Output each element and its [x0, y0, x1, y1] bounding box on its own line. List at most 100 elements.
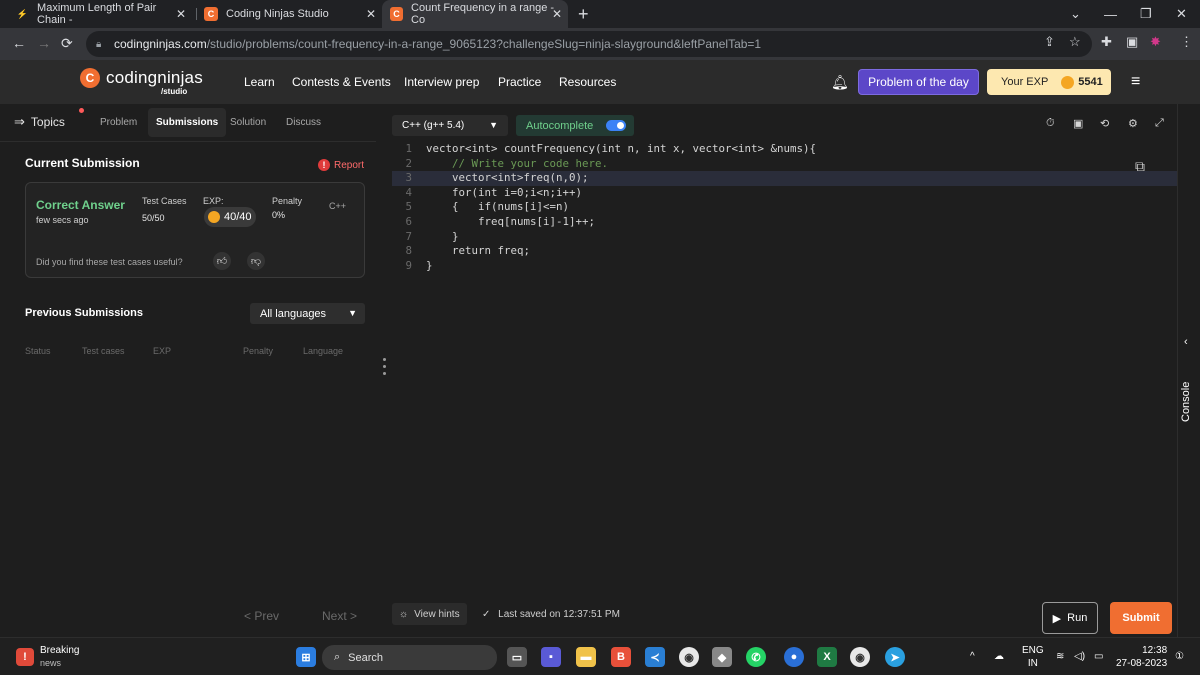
timer-icon[interactable]: ⏱︎ — [1046, 117, 1055, 130]
nav-interview-prep[interactable]: Interview prep — [404, 75, 479, 89]
chevron-left-icon[interactable]: ‹ — [1184, 336, 1188, 348]
console-side-panel[interactable]: ‹ Console — [1177, 104, 1200, 637]
window-close-icon[interactable]: ✕ — [1176, 0, 1187, 28]
coin-icon — [1061, 75, 1075, 89]
submit-button[interactable]: Submit — [1110, 602, 1172, 634]
toggle-switch[interactable] — [606, 120, 626, 131]
view-hints-button[interactable]: ☼ View hints — [392, 603, 467, 625]
share-icon[interactable]: ⇪ — [1044, 34, 1055, 50]
app-icon[interactable]: ● — [784, 647, 804, 667]
weather-cloud-icon[interactable]: ☁ — [994, 650, 1004, 663]
excel-icon[interactable]: X — [817, 647, 837, 667]
url-path: /studio/problems/count-frequency-in-a-ra… — [206, 37, 762, 51]
copy-icon[interactable]: ⧉ — [1135, 158, 1145, 175]
chrome-icon[interactable]: ◉ — [679, 647, 699, 667]
nav-learn[interactable]: Learn — [244, 75, 275, 89]
prev-page-button[interactable]: < Prev — [244, 609, 279, 623]
nav-resources[interactable]: Resources — [559, 75, 616, 89]
volume-icon[interactable]: ◁) — [1074, 650, 1085, 663]
left-panel: ⇒ Topics Problem Submissions Solution Di… — [0, 104, 376, 637]
tray-chevron-icon[interactable]: ^ — [970, 650, 975, 663]
brave-browser-icon[interactable]: B — [611, 647, 631, 667]
notification-center-icon[interactable]: ① — [1175, 650, 1184, 663]
reset-icon[interactable]: ⟲ — [1100, 117, 1109, 130]
reload-icon[interactable]: ⟳ — [61, 35, 73, 52]
wifi-icon[interactable]: ≋ — [1056, 650, 1064, 663]
windows-start-icon[interactable]: ⊞ — [296, 647, 316, 667]
input-language[interactable]: ENG IN — [1022, 644, 1044, 670]
your-exp-badge[interactable]: Your EXP 5541 — [987, 69, 1111, 95]
thumbs-up-icon[interactable]: 👍︎ — [213, 252, 231, 270]
task-view-icon[interactable]: ▭ — [507, 647, 527, 667]
tab-problem[interactable]: Problem — [100, 117, 137, 128]
autocomplete-toggle[interactable]: Autocomplete — [516, 115, 634, 136]
fullscreen-icon[interactable]: ⤢ — [1155, 117, 1164, 130]
tab-search-chevron-icon[interactable]: ⌄ — [1070, 0, 1081, 28]
browser-tab-strip: ⚡ Maximum Length of Pair Chain - ✕ C Cod… — [0, 0, 1200, 28]
vscode-icon[interactable]: ≺ — [645, 647, 665, 667]
profile-avatar-icon[interactable]: ✸ — [1150, 34, 1161, 50]
chevron-down-icon: ▼ — [348, 308, 357, 318]
browser-tab[interactable]: ⚡ Maximum Length of Pair Chain - ✕ — [8, 0, 192, 28]
restore-icon[interactable]: ❐ — [1140, 0, 1152, 28]
new-tab-icon[interactable]: + — [578, 4, 589, 25]
nav-contests-events[interactable]: Contests & Events — [292, 75, 391, 89]
code-editor[interactable]: 1 vector<int> countFrequency(int n, int x… — [392, 142, 1177, 273]
virtualbox-icon[interactable]: ◆ — [712, 647, 732, 667]
close-icon[interactable]: ✕ — [366, 7, 376, 21]
exp-earned-badge: 40/40 — [204, 207, 256, 227]
chrome-active-icon[interactable]: ◉ — [850, 647, 870, 667]
editor-language-select[interactable]: C++ (g++ 5.4) ▼ — [392, 115, 508, 136]
bookmark-star-icon[interactable]: ☆ — [1069, 34, 1081, 50]
submission-language: C++ — [329, 201, 347, 211]
menu-icon[interactable]: ≡ — [1131, 73, 1140, 91]
settings-gear-icon[interactable]: ⚙︎ — [1128, 117, 1138, 130]
save-icon[interactable]: ▣ — [1073, 117, 1083, 130]
file-explorer-icon[interactable]: ▬ — [576, 647, 596, 667]
forward-arrow-icon[interactable]: → — [37, 35, 51, 51]
last-saved-text: Last saved on 12:37:51 PM — [498, 609, 620, 620]
next-page-button[interactable]: Next > — [322, 609, 357, 623]
tab-submissions[interactable]: Submissions — [148, 108, 227, 137]
taskbar-search-input[interactable]: ⌕ Search — [322, 645, 497, 670]
console-label[interactable]: Console — [1180, 362, 1200, 422]
battery-icon[interactable]: ▭ — [1094, 650, 1103, 663]
side-panel-icon[interactable]: ▣ — [1126, 34, 1138, 50]
current-submission-title: Current Submission — [25, 156, 140, 170]
browser-menu-icon[interactable]: ⋮ — [1180, 34, 1193, 50]
report-button[interactable]: ! Report — [318, 159, 364, 171]
clock[interactable]: 12:38 27-08-2023 — [1116, 644, 1167, 670]
nav-practice[interactable]: Practice — [498, 75, 541, 89]
minimize-icon[interactable]: — — [1104, 0, 1117, 28]
back-arrow-icon[interactable]: ← — [12, 35, 26, 51]
news-widget[interactable]: Breaking news — [40, 644, 79, 670]
code-text: { if(nums[i]<=n) — [426, 200, 570, 214]
autocomplete-label: Autocomplete — [526, 119, 594, 132]
extensions-icon[interactable]: ✚ — [1101, 34, 1112, 50]
code-line: 8 return freq; — [405, 244, 531, 258]
whatsapp-icon[interactable]: ✆ — [746, 647, 766, 667]
url-input[interactable]: 🔒︎ codingninjas.com/studio/problems/coun… — [86, 31, 1092, 57]
coding-ninjas-logo[interactable]: C codingninjas — [80, 68, 203, 88]
language-top: ENG — [1022, 645, 1044, 656]
tab-solution[interactable]: Solution — [230, 117, 266, 128]
browser-tab[interactable]: C Coding Ninjas Studio ✕ — [196, 0, 382, 28]
panel-resize-handle[interactable] — [383, 358, 387, 379]
tab-discuss[interactable]: Discuss — [286, 117, 321, 128]
topics-button[interactable]: ⇒ Topics — [14, 114, 65, 130]
thumbs-down-icon[interactable]: 👎︎ — [247, 252, 265, 270]
code-line: 5 { if(nums[i]<=n) — [405, 200, 570, 214]
submission-status: Correct Answer — [36, 198, 125, 212]
close-icon[interactable]: ✕ — [176, 7, 186, 21]
penalty-value: 0% — [272, 210, 286, 220]
screen: { "browser": { "tabs": [ {"title": "Maxi… — [0, 0, 1200, 675]
run-button[interactable]: ▶ Run — [1042, 602, 1098, 634]
news-widget-icon[interactable]: ! — [16, 648, 34, 666]
problem-of-the-day-button[interactable]: Problem of the day — [858, 69, 979, 95]
chat-app-icon[interactable]: ▪ — [541, 647, 561, 667]
browser-tab-active[interactable]: C Count Frequency in a range - Co ✕ — [382, 0, 568, 28]
notification-bell-icon[interactable]: 🔔︎ — [831, 74, 849, 91]
language-filter-select[interactable]: All languages ▼ — [250, 303, 365, 324]
close-icon[interactable]: ✕ — [552, 7, 562, 21]
telegram-icon[interactable]: ➤ — [885, 647, 905, 667]
